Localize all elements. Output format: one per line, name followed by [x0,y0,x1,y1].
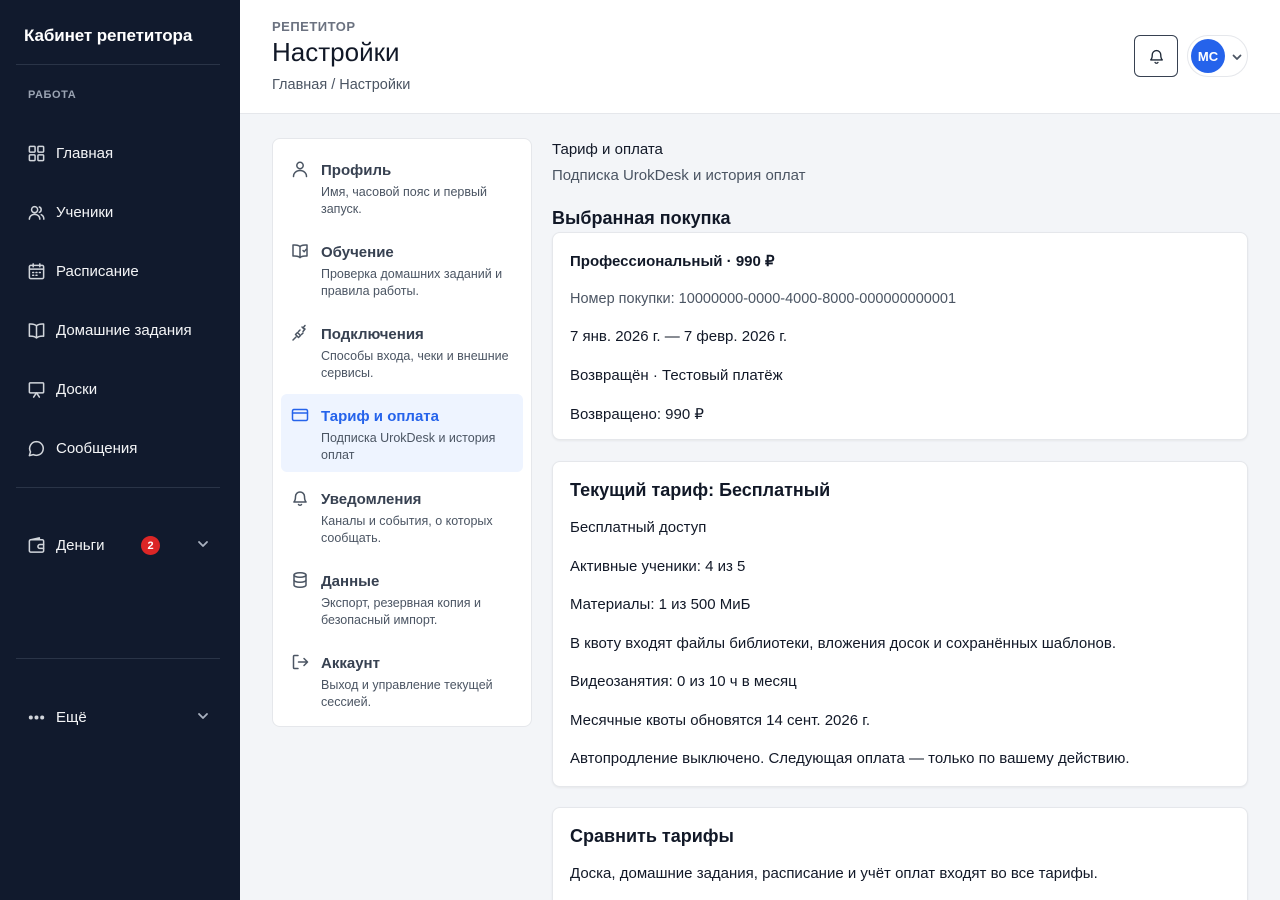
settings-nav: Профиль Имя, часовой пояс и первый запус… [272,138,532,727]
calendar-icon [26,261,46,281]
compare-plans-title: Сравнить тарифы [570,826,734,846]
sidebar-item-label: Деньги [56,536,105,554]
settings-nav-desc: Подписка UrokDesk и история оплат [321,431,496,462]
plug-icon [291,324,309,342]
purchase-heading: Выбранная покупка [552,208,731,228]
plan-students-quota: Активные ученики: 4 из 5 [570,558,746,575]
page-title: Настройки [272,37,400,67]
plan-access: Бесплатный доступ [570,519,707,536]
settings-nav-desc: Имя, часовой пояс и первый запуск. [321,185,487,216]
plan-video-quota: Видеозанятия: 0 из 10 ч в месяц [570,673,797,690]
settings-nav-title: Аккаунт [321,655,380,672]
settings-nav-desc: Выход и управление текущей сессией. [321,678,493,709]
sidebar-divider [16,64,220,65]
book-open-icon [291,242,309,260]
database-icon [291,571,309,589]
purchase-card: Профессиональный · 990 ₽ Номер покупки: … [552,232,1248,440]
current-plan-card: Текущий тариф: Бесплатный Бесплатный дос… [552,461,1248,787]
settings-nav-desc: Проверка домашних заданий и правила рабо… [321,267,503,298]
settings-nav-title: Обучение [321,244,394,261]
settings-nav-connections[interactable]: Подключения Способы входа, чеки и внешни… [281,312,523,390]
settings-nav-title: Данные [321,573,380,590]
user-icon [291,160,309,178]
sidebar-item-schedule[interactable]: Расписание [16,251,224,291]
section-subtitle: Подписка UrokDesk и история оплат [552,167,806,184]
settings-nav-title: Тариф и оплата [321,408,439,425]
credit-card-icon [291,406,309,424]
chevron-down-icon[interactable] [196,709,210,723]
settings-nav-title: Подключения [321,326,424,343]
purchase-number: Номер покупки: 10000000-0000-4000-8000-0… [570,291,957,307]
section-title: Тариф и оплата [552,141,663,158]
compare-plans-card: Сравнить тарифы Доска, домашние задания,… [552,807,1248,900]
plan-quota-note: В квоту входят файлы библиотеки, вложени… [570,635,1117,652]
presentation-icon [26,379,46,399]
grid-icon [26,143,46,163]
settings-nav-learning[interactable]: Обучение Проверка домашних заданий и пра… [281,230,523,308]
sidebar-item-home[interactable]: Главная [16,133,224,173]
bell-icon [1148,48,1165,65]
sidebar-item-more[interactable]: Ещё [16,697,224,737]
sidebar: Кабинет репетитора РАБОТА Главная Ученик… [0,0,240,900]
settings-nav-notifications[interactable]: Уведомления Каналы и события, о которых … [281,477,523,555]
chevron-down-icon [1231,50,1243,62]
settings-nav-account[interactable]: Аккаунт Выход и управление текущей сесси… [281,641,523,719]
user-menu[interactable]: МС [1187,35,1248,77]
page-header: РЕПЕТИТОР Настройки Главная / Настройки … [240,0,1280,114]
logout-icon [291,653,309,671]
settings-nav-desc: Экспорт, резервная копия и безопасный им… [321,596,481,627]
book-icon [26,320,46,340]
breadcrumb[interactable]: Главная / Настройки [272,77,410,93]
page-eyebrow: РЕПЕТИТОР [272,19,356,34]
sidebar-item-label: Ученики [56,203,114,221]
sidebar-item-label: Сообщения [56,439,138,457]
sidebar-divider [16,487,220,488]
sidebar-item-money[interactable]: Деньги 2 [16,525,224,565]
sidebar-item-messages[interactable]: Сообщения [16,428,224,468]
purchase-refunded: Возвращено: 990 ₽ [570,406,704,423]
avatar: МС [1191,39,1225,73]
purchase-period: 7 янв. 2026 г. — 7 февр. 2026 г. [570,328,788,345]
notifications-button[interactable] [1134,35,1178,77]
purchase-title: Профессиональный · 990 ₽ [570,253,775,270]
sidebar-item-homework[interactable]: Домашние задания [16,310,224,350]
sidebar-item-label: Расписание [56,262,139,280]
notification-badge: 2 [141,536,160,555]
settings-nav-billing[interactable]: Тариф и оплата Подписка UrokDesk и истор… [281,394,523,472]
plan-materials-quota: Материалы: 1 из 500 МиБ [570,596,751,613]
chevron-down-icon[interactable] [196,537,210,551]
wallet-icon [26,535,46,555]
sidebar-divider [16,658,220,659]
sidebar-section-label: РАБОТА [28,89,77,101]
bell-icon [291,489,309,507]
sidebar-item-boards[interactable]: Доски [16,369,224,409]
sidebar-item-label: Ещё [56,708,87,726]
sidebar-item-label: Доски [56,380,98,398]
purchase-status: Возвращён · Тестовый платёж [570,367,783,384]
settings-nav-desc: Способы входа, чеки и внешние сервисы. [321,349,509,380]
sidebar-item-students[interactable]: Ученики [16,192,224,232]
sidebar-item-label: Главная [56,144,114,162]
settings-nav-desc: Каналы и события, о которых сообщать. [321,514,493,545]
users-icon [26,202,46,222]
settings-nav-data[interactable]: Данные Экспорт, резервная копия и безопа… [281,559,523,637]
settings-nav-title: Профиль [321,162,392,179]
brand-title: Кабинет репетитора [24,26,193,45]
current-plan-title: Текущий тариф: Бесплатный [570,480,831,500]
settings-nav-profile[interactable]: Профиль Имя, часовой пояс и первый запус… [281,148,523,226]
dots-icon [26,707,46,727]
plan-quota-reset: Месячные квоты обновятся 14 сент. 2026 г… [570,712,871,729]
settings-nav-title: Уведомления [321,491,422,508]
chat-icon [26,438,46,458]
sidebar-item-label: Домашние задания [56,321,192,339]
compare-plans-text: Доска, домашние задания, расписание и уч… [570,865,1098,882]
plan-autorenew: Автопродление выключено. Следующая оплат… [570,750,1130,767]
